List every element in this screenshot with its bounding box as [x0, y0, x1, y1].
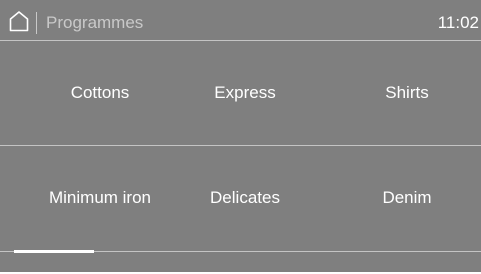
programme-cottons[interactable]: Cottons	[20, 41, 180, 145]
row-separator	[0, 145, 481, 146]
programme-express[interactable]: Express	[165, 41, 325, 145]
clock: 11:02	[437, 13, 479, 32]
programmes-screen: Programmes 11:02 Cottons Express Shirts …	[0, 0, 481, 272]
programme-minimum-iron[interactable]: Minimum iron	[20, 146, 180, 250]
home-icon	[9, 10, 29, 32]
programme-shirts[interactable]: Shirts	[327, 41, 481, 145]
header-bar: Programmes 11:02	[0, 0, 481, 40]
page-title: Programmes	[46, 13, 144, 32]
programme-delicates[interactable]: Delicates	[165, 146, 325, 250]
programme-grid: Cottons Express Shirts Minimum iron Deli…	[0, 41, 481, 251]
page-indicator	[14, 250, 94, 253]
home-button[interactable]	[4, 6, 34, 36]
header-divider	[36, 12, 37, 34]
programme-denim[interactable]: Denim	[327, 146, 481, 250]
